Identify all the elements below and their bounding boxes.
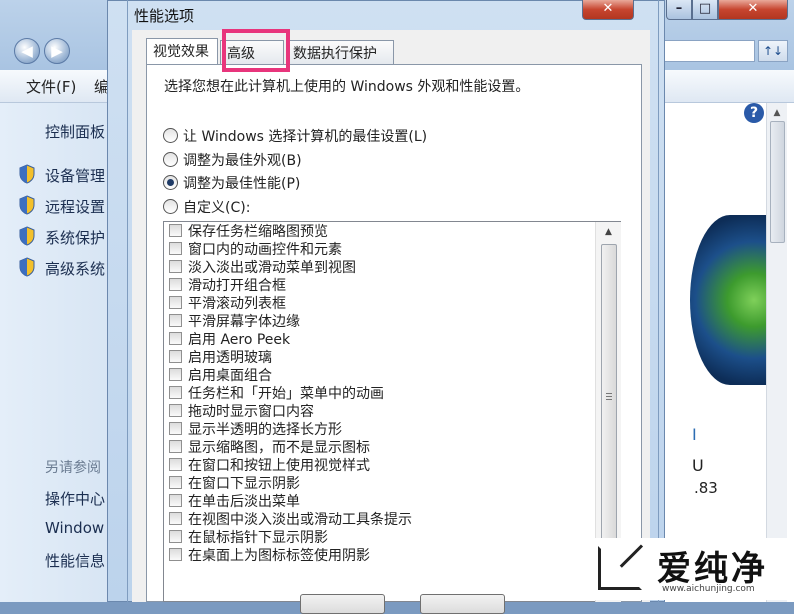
checkbox[interactable] bbox=[169, 332, 182, 345]
forward-button[interactable]: ▶ bbox=[44, 38, 70, 64]
radio-best-appearance[interactable] bbox=[163, 152, 178, 167]
checkbox[interactable] bbox=[169, 404, 182, 417]
refresh-button[interactable]: ↑↓ bbox=[758, 40, 788, 62]
list-item[interactable]: 淡入淡出或滑动菜单到视图 bbox=[164, 258, 604, 276]
cancel-button[interactable] bbox=[420, 594, 505, 614]
sidebar-item-remote-settings[interactable]: 远程设置 bbox=[45, 196, 105, 217]
checkbox[interactable] bbox=[169, 260, 182, 273]
list-item[interactable]: 窗口内的动画控件和元素 bbox=[164, 240, 604, 258]
minimize-button[interactable]: – bbox=[666, 0, 692, 20]
checkbox[interactable] bbox=[169, 422, 182, 435]
highlight-box bbox=[222, 29, 290, 72]
checkbox[interactable] bbox=[169, 224, 182, 237]
list-item[interactable]: 保存任务栏缩略图预览 bbox=[164, 222, 604, 240]
checkbox[interactable] bbox=[169, 476, 182, 489]
help-icon[interactable]: ? bbox=[744, 103, 764, 123]
list-item[interactable]: 在窗口和按钮上使用视觉样式 bbox=[164, 456, 604, 474]
list-item[interactable]: 在单击后淡出菜单 bbox=[164, 492, 604, 510]
menu-file[interactable]: 文件(F) bbox=[26, 76, 76, 97]
checkbox[interactable] bbox=[169, 458, 182, 471]
shield-icon bbox=[19, 195, 35, 215]
checkbox[interactable] bbox=[169, 512, 182, 525]
address-bar[interactable] bbox=[655, 40, 755, 62]
radio-label: 调整为最佳性能(P) bbox=[183, 176, 301, 192]
shield-icon bbox=[19, 226, 35, 246]
windows-logo bbox=[690, 215, 770, 385]
checkbox[interactable] bbox=[169, 368, 182, 381]
sidebar-item-advanced-system[interactable]: 高级系统 bbox=[45, 258, 105, 279]
radio-label: 自定义(C): bbox=[183, 200, 251, 216]
list-item[interactable]: 在鼠标指针下显示阴影 bbox=[164, 528, 604, 546]
see-also-heading: 另请参阅 bbox=[45, 460, 101, 476]
list-item[interactable]: 任务栏和「开始」菜单中的动画 bbox=[164, 384, 604, 402]
radio-custom[interactable] bbox=[163, 199, 178, 214]
sidebar-item-system-protection[interactable]: 系统保护 bbox=[45, 227, 105, 248]
link-action-center[interactable]: 操作中心 bbox=[45, 488, 105, 509]
maximize-button[interactable]: □ bbox=[692, 0, 718, 20]
right-pane-text: .83 bbox=[694, 479, 718, 497]
list-item[interactable]: 显示缩略图，而不是显示图标 bbox=[164, 438, 604, 456]
shield-icon bbox=[19, 164, 35, 184]
radio-label: 让 Windows 选择计算机的最佳设置(L) bbox=[183, 129, 428, 145]
list-item[interactable]: 滑动打开组合框 bbox=[164, 276, 604, 294]
list-item[interactable]: 显示半透明的选择长方形 bbox=[164, 420, 604, 438]
list-item[interactable]: 在窗口下显示阴影 bbox=[164, 474, 604, 492]
list-item[interactable]: 启用 Aero Peek bbox=[164, 330, 604, 348]
list-item[interactable]: 启用桌面组合 bbox=[164, 366, 604, 384]
checkbox[interactable] bbox=[169, 530, 182, 543]
watermark-url: www.aichunjing.com bbox=[662, 584, 755, 594]
list-item[interactable]: 平滑滚动列表框 bbox=[164, 294, 604, 312]
checkbox[interactable] bbox=[169, 350, 182, 363]
visual-effects-list: 保存任务栏缩略图预览 窗口内的动画控件和元素 淡入淡出或滑动菜单到视图 滑动打开… bbox=[163, 221, 621, 602]
checkbox[interactable] bbox=[169, 440, 182, 453]
checkbox[interactable] bbox=[169, 242, 182, 255]
scrollbar-thumb[interactable] bbox=[770, 121, 785, 243]
watermark-text: 爱纯净 bbox=[657, 549, 768, 589]
watermark: 爱纯净 www.aichunjing.com bbox=[592, 538, 792, 600]
control-panel-home-link[interactable]: 控制面板 bbox=[45, 121, 105, 142]
list-item[interactable]: 平滑屏幕字体边缘 bbox=[164, 312, 604, 330]
radio-label: 调整为最佳外观(B) bbox=[183, 153, 302, 169]
dialog-title: 性能选项 bbox=[134, 7, 195, 25]
checkbox[interactable] bbox=[169, 548, 182, 561]
scrollbar-thumb[interactable] bbox=[601, 244, 617, 546]
shield-icon bbox=[19, 257, 35, 277]
sidebar-item-device-manager[interactable]: 设备管理 bbox=[45, 165, 105, 186]
back-button[interactable]: ◀ bbox=[14, 38, 40, 64]
scroll-up-icon[interactable]: ▲ bbox=[596, 224, 621, 240]
checkbox[interactable] bbox=[169, 278, 182, 291]
link-windows-update[interactable]: Window bbox=[45, 519, 104, 537]
ok-button[interactable] bbox=[300, 594, 385, 614]
right-pane-text: U bbox=[692, 456, 704, 475]
tab-data-execution-prevention[interactable]: 数据执行保护 bbox=[286, 40, 394, 64]
right-pane-text: I bbox=[692, 425, 697, 444]
tab-visual-effects[interactable]: 视觉效果 bbox=[146, 38, 218, 64]
checkbox[interactable] bbox=[169, 494, 182, 507]
radio-best-performance[interactable] bbox=[163, 175, 178, 190]
description-text: 选择您想在此计算机上使用的 Windows 外观和性能设置。 bbox=[164, 79, 530, 95]
checkbox[interactable] bbox=[169, 314, 182, 327]
list-item[interactable]: 拖动时显示窗口内容 bbox=[164, 402, 604, 420]
close-button[interactable]: ✕ bbox=[718, 0, 788, 20]
right-pane-scrollbar[interactable]: ▲ bbox=[766, 103, 787, 602]
link-performance-info[interactable]: 性能信息 bbox=[45, 550, 105, 571]
dialog-close-button[interactable]: ✕ bbox=[582, 0, 634, 20]
list-item[interactable]: 启用透明玻璃 bbox=[164, 348, 604, 366]
radio-selected-dot bbox=[167, 179, 174, 186]
list-item[interactable]: 在桌面上为图标标签使用阴影 bbox=[164, 546, 604, 564]
checkbox[interactable] bbox=[169, 296, 182, 309]
list-item[interactable]: 在视图中淡入淡出或滑动工具条提示 bbox=[164, 510, 604, 528]
checkbox[interactable] bbox=[169, 386, 182, 399]
grip-icon bbox=[606, 393, 612, 394]
radio-let-windows-choose[interactable] bbox=[163, 128, 178, 143]
scroll-up-icon[interactable]: ▲ bbox=[767, 105, 787, 121]
